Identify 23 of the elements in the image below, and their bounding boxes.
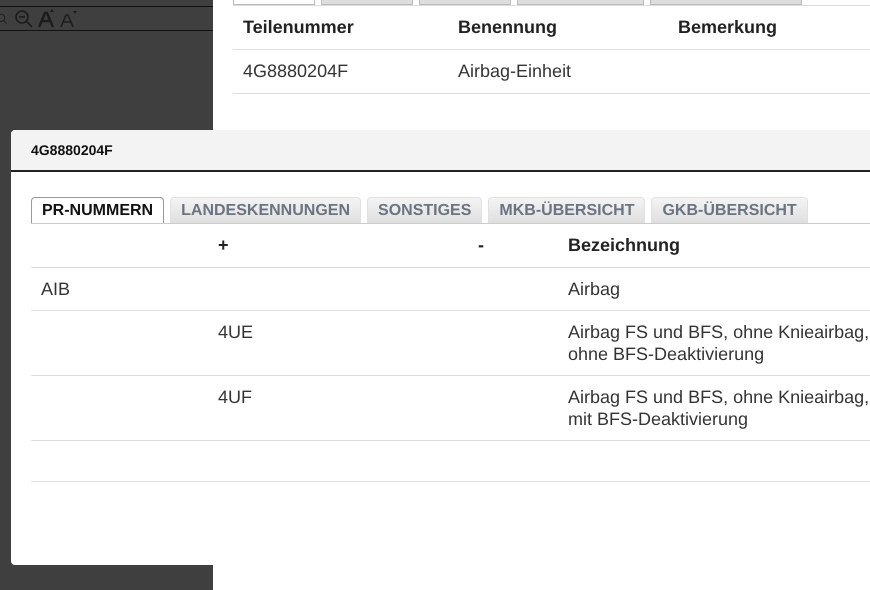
tab[interactable]: GKB-ÜBERSICHT [651, 197, 808, 223]
column-header: Teilenummer [233, 6, 448, 50]
font-larger-icon[interactable] [36, 8, 56, 28]
table-cell: Airbag [568, 279, 620, 299]
table-cell: Airbag FS und BFS, ohne Knieairbag, mit BFS-Deaktivierung [568, 387, 870, 429]
table-cell: 4G8880204F [233, 50, 448, 94]
table-cell: 4UF [218, 387, 252, 407]
column-header: + [218, 235, 229, 255]
font-smaller-icon[interactable] [58, 8, 78, 28]
column-header: Benennung [448, 6, 668, 50]
column-header: Bemerkung [668, 6, 870, 50]
table-cell: 4UE [218, 322, 254, 342]
column-header: - [478, 235, 484, 255]
table-cell: Airbag FS und BFS, ohne Knieairbag, ohne BFS-Deaktivierung [568, 322, 870, 364]
dialog-title: 4G8880204F [11, 130, 870, 172]
tab[interactable]: SONSTIGES [367, 197, 482, 223]
zoom-out-icon[interactable] [14, 8, 34, 28]
tab[interactable]: LANDESKENNUNGEN [170, 197, 362, 223]
tab[interactable]: MKB-ÜBERSICHT [488, 197, 646, 223]
tab[interactable]: PR-NUMMERN [31, 197, 164, 223]
column-header: Bezeichnung [568, 235, 680, 255]
table-cell: Airbag-Einheit [448, 50, 668, 94]
table-cell: AIB [41, 279, 70, 299]
